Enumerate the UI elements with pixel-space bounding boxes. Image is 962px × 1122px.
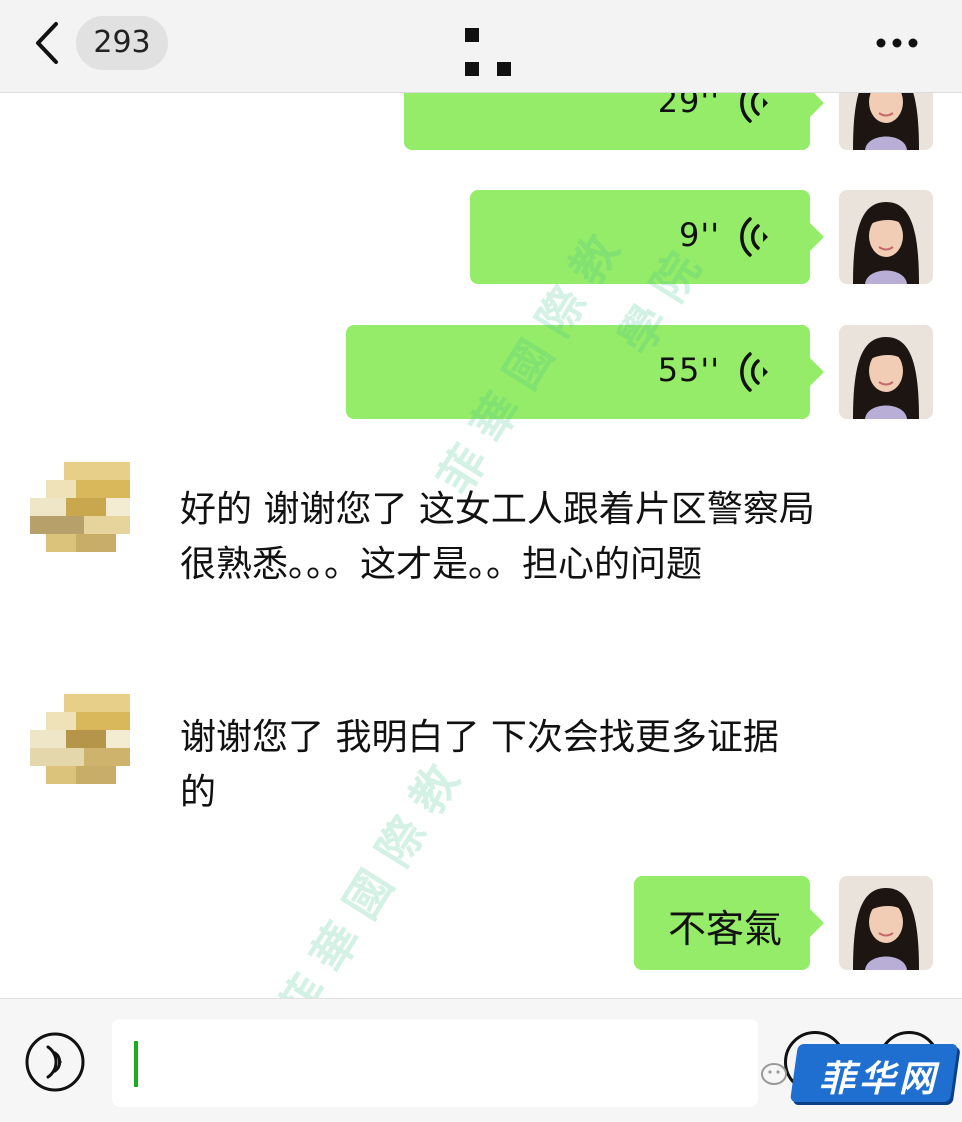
voice-wave-icon	[740, 352, 768, 392]
wechat-mark-icon	[761, 1063, 787, 1085]
logo-text: 菲华网	[818, 1058, 939, 1100]
voice-input-toggle[interactable]	[24, 1031, 86, 1093]
back-button[interactable]	[28, 18, 68, 68]
chat-screen: 293 29'' 9'' 55'' 好的 谢谢您了 这女工人跟着片区警察局很熟悉…	[0, 0, 962, 1122]
voice-message-bubble[interactable]: 9''	[470, 190, 824, 284]
voice-wave-icon	[740, 217, 768, 257]
chat-title-pixelated	[462, 28, 514, 78]
contact-avatar-pixelated[interactable]	[24, 694, 144, 794]
chevron-left-icon	[36, 22, 58, 64]
more-button[interactable]	[872, 28, 922, 58]
received-text-message[interactable]: 好的 谢谢您了 这女工人跟着片区警察局很熟悉。。。这才是。。担心的问题	[180, 482, 820, 592]
received-text-message[interactable]: 谢谢您了 我明白了 下次会找更多证据的	[180, 710, 780, 820]
woman-avatar-icon	[839, 325, 933, 419]
my-avatar[interactable]	[839, 325, 933, 419]
more-dots-icon	[876, 38, 918, 48]
pixelated-avatar-icon	[30, 694, 130, 784]
woman-avatar-icon	[839, 190, 933, 284]
pixelated-avatar-icon	[30, 462, 130, 552]
woman-avatar-icon	[839, 876, 933, 970]
voice-toggle-icon	[25, 1032, 85, 1092]
voice-duration: 9''	[679, 216, 720, 254]
voice-message-bubble[interactable]: 55''	[346, 325, 824, 419]
my-avatar[interactable]	[839, 190, 933, 284]
site-logo: 菲华网	[760, 1040, 959, 1110]
message-row: 谢谢您了 我明白了 下次会找更多证据的	[0, 694, 962, 814]
chat-header: 293	[0, 0, 962, 93]
sent-text-bubble[interactable]: 不客氣	[634, 876, 824, 970]
message-row: 不客氣	[0, 876, 962, 972]
message-row: 55''	[0, 325, 962, 421]
message-input[interactable]	[112, 1019, 758, 1107]
unread-count-badge[interactable]: 293	[76, 16, 168, 70]
sent-text-message: 不客氣	[667, 907, 782, 951]
my-avatar[interactable]	[839, 876, 933, 970]
message-row: 9''	[0, 190, 962, 286]
voice-duration: 55''	[657, 351, 720, 389]
message-row: 好的 谢谢您了 这女工人跟着片区警察局很熟悉。。。这才是。。担心的问题	[0, 462, 962, 632]
text-caret	[134, 1041, 138, 1087]
contact-avatar-pixelated[interactable]	[24, 462, 144, 562]
